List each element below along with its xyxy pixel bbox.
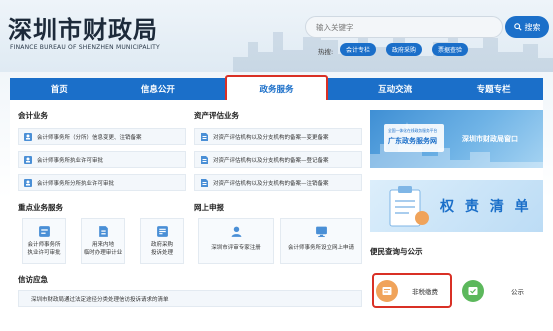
clipboard-illustration-icon xyxy=(389,186,429,227)
section-title-key-business: 重点业务服务 xyxy=(18,203,63,212)
license-icon xyxy=(38,226,50,237)
monitor-icon xyxy=(315,226,327,238)
search-icon xyxy=(513,23,522,31)
hot-tag-accounting[interactable]: 会计专栏 xyxy=(340,43,377,56)
nav-interaction[interactable]: 互动交流 xyxy=(346,78,445,100)
search-input[interactable] xyxy=(305,16,503,38)
person-doc-icon xyxy=(24,178,32,187)
document-icon xyxy=(201,132,208,141)
tile-label-line2: 临时办理审计业 xyxy=(83,249,123,256)
section-title-asset-eval: 资产评估业务 xyxy=(194,111,239,120)
site-title[interactable]: 深圳市财政局 xyxy=(8,10,158,45)
petition-item[interactable]: 深圳市财政局通过法定途径分类处理信访投诉请求的清单 xyxy=(18,290,362,307)
accounting-item-3[interactable]: 会计师事务所分所执业许可审批 xyxy=(18,174,186,191)
accounting-item-2[interactable]: 会计师事务所执业许可审批 xyxy=(18,151,186,168)
nav-info-disclosure[interactable]: 信息公开 xyxy=(109,78,208,100)
public-notice-icon xyxy=(462,280,484,302)
nav-special-topics[interactable]: 专题专栏 xyxy=(444,78,543,100)
online-apply-label: 会计师事务所设立网上申请 xyxy=(287,245,354,251)
tile-label-line1: 用来内地 xyxy=(91,242,114,248)
audit-doc-icon xyxy=(98,226,108,237)
document-icon xyxy=(201,155,208,164)
document-icon xyxy=(201,178,208,187)
gov-service-title: 广东政务服务网 xyxy=(388,137,437,145)
shenzhen-window-label: 深圳市财政局窗口 xyxy=(462,135,518,143)
key-business-tile-procurement-complaint[interactable]: 政府采购 投诉处理 xyxy=(140,218,184,264)
online-apply-firm-setup[interactable]: 会计师事务所设立网上申请 xyxy=(280,218,362,264)
tile-label-line2: 投诉处理 xyxy=(150,249,173,256)
services-panel: 会计业务 会计师事务所（分所）信息变更、注销备案 会计师事务所执业许可审批 会计… xyxy=(10,100,543,328)
site-subtitle-en: FINANCE BUREAU OF SHENZHEN MUNICIPALITY xyxy=(10,44,160,51)
public-notice-link[interactable]: 公示 xyxy=(462,278,538,304)
petition-item-label: 深圳市财政局通过法定途径分类处理信访投诉请求的清单 xyxy=(31,296,169,303)
complaint-icon xyxy=(156,226,168,237)
guangdong-gov-service-banner[interactable]: 全国一体化在线政务服务平台 广东政务服务网 深圳市财政局窗口 xyxy=(370,110,543,168)
power-responsibility-list-banner[interactable]: 权 责 清 单 xyxy=(370,180,543,232)
online-apply-label: 深圳市评审专家注册 xyxy=(211,245,261,251)
site-header: 深圳市财政局 FINANCE BUREAU OF SHENZHEN MUNICI… xyxy=(0,0,553,72)
asset-eval-item-3[interactable]: 对资产评估机构以及分支机构的备案—注销备案 xyxy=(194,174,362,191)
accounting-item-label: 会计师事务所分所执业许可审批 xyxy=(37,180,115,187)
hot-tag-procurement[interactable]: 政府采购 xyxy=(386,43,423,56)
gov-service-logo-box: 全国一体化在线政务服务平台 广东政务服务网 xyxy=(384,124,444,152)
asset-eval-item-1[interactable]: 对资产评估机构以及分支机构的备案—变更备案 xyxy=(194,128,362,145)
accounting-item-label: 会计师事务所执业许可审批 xyxy=(37,157,104,164)
search-button-label: 搜索 xyxy=(524,22,541,32)
search-button[interactable]: 搜索 xyxy=(505,16,549,38)
hot-search-label: 热搜: xyxy=(318,48,334,56)
accounting-item-1[interactable]: 会计师事务所（分所）信息变更、注销备案 xyxy=(18,128,186,145)
main-nav: 首页 信息公开 政务服务 互动交流 专题专栏 xyxy=(10,75,543,103)
tile-label-line1: 会计师事务所 xyxy=(27,242,61,248)
section-title-convenience: 便民查询与公示 xyxy=(370,247,423,256)
non-tax-payment-highlight xyxy=(372,273,452,308)
person-doc-icon xyxy=(24,155,32,164)
nav-home[interactable]: 首页 xyxy=(10,78,109,100)
asset-eval-item-label: 对资产评估机构以及分支机构的备案—注销备案 xyxy=(213,180,329,187)
hot-tag-invoice-check[interactable]: 票据查验 xyxy=(432,43,469,56)
section-title-accounting: 会计业务 xyxy=(18,111,48,120)
accounting-item-label: 会计师事务所（分所）信息变更、注销备案 xyxy=(37,134,142,141)
expert-user-icon xyxy=(231,226,241,237)
asset-eval-item-2[interactable]: 对资产评估机构以及分支机构的备案—登记备案 xyxy=(194,151,362,168)
tile-label-line2: 执业许可审批 xyxy=(27,249,61,256)
key-business-tile-firm-license[interactable]: 会计师事务所 执业许可审批 xyxy=(22,218,66,264)
asset-eval-item-label: 对资产评估机构以及分支机构的备案—变更备案 xyxy=(213,134,329,141)
power-list-title: 权 责 清 单 xyxy=(440,199,532,215)
online-apply-expert-register[interactable]: 深圳市评审专家注册 xyxy=(198,218,274,264)
key-business-tile-mainland-audit[interactable]: 用来内地 临时办理审计业 xyxy=(81,218,125,264)
asset-eval-item-label: 对资产评估机构以及分支机构的备案—登记备案 xyxy=(213,157,329,164)
tile-label-line1: 政府采购 xyxy=(150,242,173,248)
public-notice-label: 公示 xyxy=(511,288,524,296)
gov-service-subtitle: 全国一体化在线政务服务平台 xyxy=(388,128,438,133)
section-title-petition: 信访应急 xyxy=(18,275,48,284)
nav-gov-services[interactable]: 政务服务 xyxy=(225,75,328,103)
section-title-online-apply: 网上申报 xyxy=(194,203,224,212)
person-doc-icon xyxy=(24,132,32,141)
